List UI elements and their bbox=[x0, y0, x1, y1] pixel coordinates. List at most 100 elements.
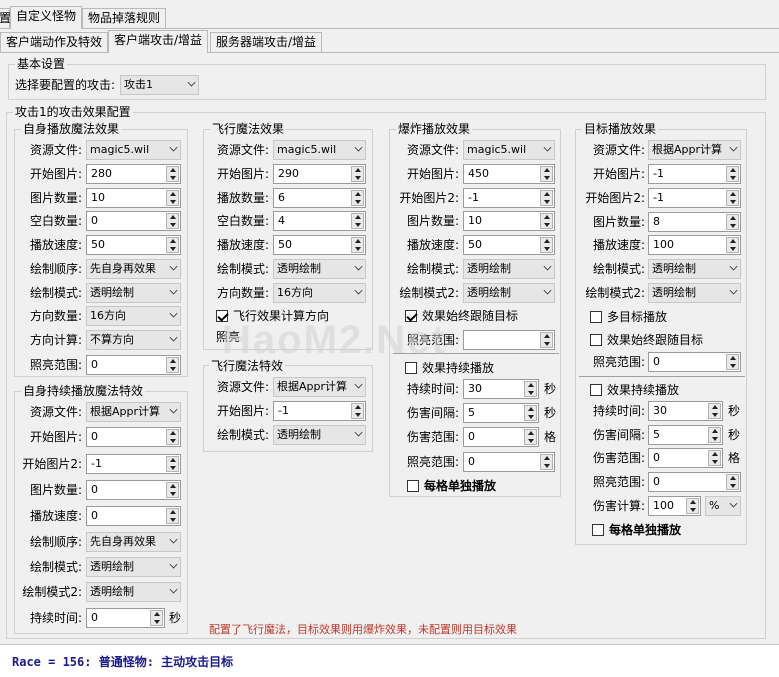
tab-item-drop-rules[interactable]: 物品掉落规则 bbox=[82, 8, 167, 28]
spin-arrows-icon[interactable] bbox=[540, 166, 553, 182]
spin-arrows-icon[interactable] bbox=[166, 166, 179, 182]
tab-prev-settings[interactable]: 置 bbox=[0, 8, 11, 28]
tgt-follow-checkbox[interactable]: 效果始终跟随目标 bbox=[590, 332, 703, 348]
exp-start-input[interactable]: 450 bbox=[463, 164, 555, 184]
fly-blank-input[interactable]: 4 bbox=[273, 211, 366, 231]
tgt-cont-checkbox[interactable]: 效果持续播放 bbox=[590, 382, 679, 398]
spin-arrows-icon[interactable] bbox=[351, 166, 364, 182]
attack-select[interactable]: 攻击1 bbox=[120, 75, 199, 95]
exp-speed-input[interactable]: 50 bbox=[463, 235, 555, 255]
tgt-range-input[interactable]: 0 bbox=[648, 448, 723, 468]
self-order-select[interactable]: 先自身再效果 bbox=[86, 259, 181, 279]
self-mode-select[interactable]: 透明绘制 bbox=[86, 283, 181, 303]
spin-arrows-icon[interactable] bbox=[686, 498, 699, 514]
spin-arrows-icon[interactable] bbox=[150, 610, 163, 626]
flyfx-mode-select[interactable]: 透明绘制 bbox=[273, 425, 366, 445]
exp-mode2-select[interactable]: 透明绘制 bbox=[463, 283, 555, 303]
tgt-count-input[interactable]: 8 bbox=[648, 212, 741, 232]
fly-count-input[interactable]: 6 bbox=[273, 188, 366, 208]
spin-arrows-icon[interactable] bbox=[708, 427, 721, 443]
tgt-light2-input[interactable]: 0 bbox=[648, 472, 741, 492]
self-dircount-select[interactable]: 16方向 bbox=[86, 306, 181, 326]
spin-arrows-icon[interactable] bbox=[524, 429, 537, 445]
spin-arrows-icon[interactable] bbox=[708, 450, 721, 466]
exp-light-input[interactable] bbox=[463, 330, 555, 350]
self-light-input[interactable]: 0 bbox=[86, 355, 181, 375]
spin-arrows-icon[interactable] bbox=[351, 403, 364, 419]
exp-single-checkbox[interactable]: 每格单独播放 bbox=[407, 478, 496, 494]
self-res-select[interactable]: magic5.wil bbox=[86, 140, 181, 160]
tgt-mode2-select[interactable]: 透明绘制 bbox=[648, 283, 741, 303]
selfc-res-select[interactable]: 根据Appr计算 bbox=[86, 402, 181, 422]
tgt-res-select[interactable]: 根据Appr计算 bbox=[648, 140, 741, 160]
spin-arrows-icon[interactable] bbox=[166, 508, 179, 524]
spin-arrows-icon[interactable] bbox=[351, 190, 364, 206]
tab-client-attack-buff[interactable]: 客户端攻击/增益 bbox=[108, 30, 209, 53]
fly-res-select[interactable]: magic5.wil bbox=[273, 140, 366, 160]
tab-client-action-fx[interactable]: 客户端动作及特效 bbox=[0, 32, 109, 52]
spin-arrows-icon[interactable] bbox=[166, 456, 179, 472]
spin-arrows-icon[interactable] bbox=[726, 166, 739, 182]
selfc-start2-input[interactable]: -1 bbox=[86, 454, 181, 474]
spin-arrows-icon[interactable] bbox=[166, 482, 179, 498]
exp-interval-input[interactable]: 5 bbox=[463, 403, 539, 423]
flyfx-res-select[interactable]: 根据Appr计算 bbox=[273, 377, 366, 397]
tgt-duration-input[interactable]: 30 bbox=[648, 401, 723, 421]
spin-arrows-icon[interactable] bbox=[540, 332, 553, 348]
tab-custom-monster[interactable]: 自定义怪物 bbox=[10, 6, 83, 29]
spin-arrows-icon[interactable] bbox=[166, 357, 179, 373]
selfc-mode2-select[interactable]: 透明绘制 bbox=[86, 582, 181, 602]
spin-arrows-icon[interactable] bbox=[726, 214, 739, 230]
selfc-speed-input[interactable]: 0 bbox=[86, 506, 181, 526]
fly-dircount-select[interactable]: 16方向 bbox=[273, 283, 366, 303]
spin-arrows-icon[interactable] bbox=[708, 403, 721, 419]
fly-start-input[interactable]: 290 bbox=[273, 164, 366, 184]
spin-arrows-icon[interactable] bbox=[524, 405, 537, 421]
spin-arrows-icon[interactable] bbox=[351, 213, 364, 229]
exp-mode-select[interactable]: 透明绘制 bbox=[463, 259, 555, 279]
spin-arrows-icon[interactable] bbox=[540, 213, 553, 229]
tgt-light-input[interactable]: 0 bbox=[648, 352, 741, 372]
tab-server-attack-buff[interactable]: 服务器端攻击/增益 bbox=[210, 32, 323, 52]
tgt-start-input[interactable]: -1 bbox=[648, 164, 741, 184]
selfc-count-input[interactable]: 0 bbox=[86, 480, 181, 500]
spin-arrows-icon[interactable] bbox=[540, 454, 553, 470]
selfc-mode-select[interactable]: 透明绘制 bbox=[86, 557, 181, 577]
exp-start2-input[interactable]: -1 bbox=[463, 188, 555, 208]
spin-arrows-icon[interactable] bbox=[726, 474, 739, 490]
selfc-start-input[interactable]: 0 bbox=[86, 427, 181, 447]
selfc-duration-input[interactable]: 0 bbox=[86, 608, 165, 628]
spin-arrows-icon[interactable] bbox=[726, 190, 739, 206]
self-blank-input[interactable]: 0 bbox=[86, 211, 181, 231]
spin-arrows-icon[interactable] bbox=[351, 237, 364, 253]
fly-mode-select[interactable]: 透明绘制 bbox=[273, 259, 366, 279]
tgt-single-checkbox[interactable]: 每格单独播放 bbox=[592, 522, 681, 538]
tgt-multi-checkbox[interactable]: 多目标播放 bbox=[590, 309, 667, 325]
exp-res-select[interactable]: magic5.wil bbox=[463, 140, 555, 160]
tgt-calc-unit-select[interactable]: % bbox=[705, 496, 741, 516]
fly-speed-input[interactable]: 50 bbox=[273, 235, 366, 255]
spin-arrows-icon[interactable] bbox=[540, 190, 553, 206]
spin-arrows-icon[interactable] bbox=[166, 213, 179, 229]
spin-arrows-icon[interactable] bbox=[524, 381, 537, 397]
self-speed-input[interactable]: 50 bbox=[86, 235, 181, 255]
tgt-speed-input[interactable]: 100 bbox=[648, 235, 741, 255]
exp-light2-input[interactable]: 0 bbox=[463, 452, 555, 472]
spin-arrows-icon[interactable] bbox=[726, 237, 739, 253]
exp-duration-input[interactable]: 30 bbox=[463, 379, 539, 399]
spin-arrows-icon[interactable] bbox=[166, 237, 179, 253]
exp-range-input[interactable]: 0 bbox=[463, 427, 539, 447]
exp-count-input[interactable]: 10 bbox=[463, 211, 555, 231]
tgt-mode-select[interactable]: 透明绘制 bbox=[648, 259, 741, 279]
selfc-order-select[interactable]: 先自身再效果 bbox=[86, 532, 181, 552]
self-dircalc-select[interactable]: 不算方向 bbox=[86, 330, 181, 350]
self-count-input[interactable]: 10 bbox=[86, 188, 181, 208]
flyfx-start-input[interactable]: -1 bbox=[273, 401, 366, 421]
tgt-interval-input[interactable]: 5 bbox=[648, 425, 723, 445]
tgt-start2-input[interactable]: -1 bbox=[648, 188, 741, 208]
spin-arrows-icon[interactable] bbox=[166, 429, 179, 445]
spin-arrows-icon[interactable] bbox=[540, 237, 553, 253]
tgt-calc-input[interactable]: 100 bbox=[648, 496, 701, 516]
self-start-input[interactable]: 280 bbox=[86, 164, 181, 184]
spin-arrows-icon[interactable] bbox=[166, 190, 179, 206]
